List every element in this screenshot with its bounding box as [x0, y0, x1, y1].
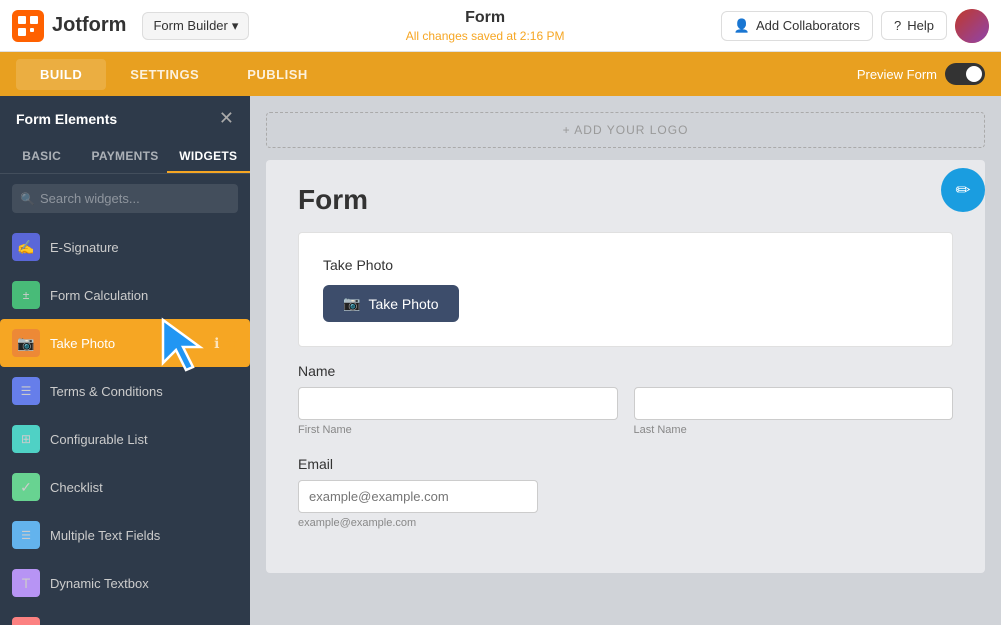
pencil-icon: ✏	[955, 180, 970, 201]
name-label: Name	[298, 363, 953, 379]
last-name-input[interactable]	[634, 387, 954, 420]
widget-item-dynamic-textbox[interactable]: T Dynamic Textbox	[0, 559, 250, 607]
camera-icon: 📷	[343, 295, 360, 312]
widget-item-take-photo[interactable]: 📷 Take Photo ℹ ★	[0, 319, 250, 367]
preview-form-label: Preview Form	[857, 67, 937, 82]
avatar-image	[955, 9, 989, 43]
name-row: First Name Last Name	[298, 387, 953, 436]
chevron-down-icon: ▾	[232, 18, 239, 34]
image-slider-icon: ▶	[12, 617, 40, 625]
form-title: Form	[249, 9, 720, 27]
multiple-text-fields-icon: ☰	[12, 521, 40, 549]
tab-build[interactable]: BUILD	[16, 59, 106, 90]
checklist-icon: ✓	[12, 473, 40, 501]
info-icon[interactable]: ℹ	[214, 335, 219, 352]
search-input[interactable]	[12, 184, 238, 213]
widget-item-form-calculation[interactable]: ± Form Calculation	[0, 271, 250, 319]
header-center: Form All changes saved at 2:16 PM	[249, 9, 720, 43]
form-calculation-icon: ±	[12, 281, 40, 309]
help-button[interactable]: ? Help	[881, 11, 947, 40]
take-photo-widget-label: Take Photo	[323, 257, 928, 273]
widget-list: ✍ E-Signature ± Form Calculation 📷 Take …	[0, 223, 250, 625]
canvas-area: + ADD YOUR LOGO ✏ Form Take Photo 📷 Take…	[250, 96, 1001, 625]
sidebar-title: Form Elements	[16, 111, 117, 127]
header-actions: 👤 Add Collaborators ? Help	[721, 9, 989, 43]
form-canvas: Form Take Photo 📷 Take Photo Name First …	[266, 160, 985, 573]
main-layout: Form Elements ✕ BASIC PAYMENTS WIDGETS 🔍…	[0, 96, 1001, 625]
email-input[interactable]	[298, 480, 538, 513]
widget-label-esignature: E-Signature	[50, 240, 119, 255]
form-builder-label: Form Builder	[153, 18, 227, 33]
widget-label-checklist: Checklist	[50, 480, 103, 495]
widget-item-esignature[interactable]: ✍ E-Signature	[0, 223, 250, 271]
widget-actions: ℹ ★	[214, 335, 238, 352]
widget-item-configurable-list[interactable]: ⊞ Configurable List	[0, 415, 250, 463]
first-name-col: First Name	[298, 387, 618, 436]
form-canvas-title: Form	[298, 184, 953, 216]
last-name-label: Last Name	[634, 424, 954, 436]
avatar[interactable]	[955, 9, 989, 43]
logo-text: Jotform	[52, 14, 126, 37]
tab-publish[interactable]: PUBLISH	[223, 59, 332, 90]
widget-item-checklist[interactable]: ✓ Checklist	[0, 463, 250, 511]
name-section: Name First Name Last Name	[298, 363, 953, 436]
email-section: Email example@example.com	[298, 456, 953, 529]
widget-label-form-calculation: Form Calculation	[50, 288, 148, 303]
jotform-logo-icon	[12, 10, 44, 42]
widget-label-multiple-text-fields: Multiple Text Fields	[50, 528, 160, 543]
question-icon: ?	[894, 18, 901, 33]
tab-payments[interactable]: PAYMENTS	[83, 141, 166, 173]
add-logo-bar[interactable]: + ADD YOUR LOGO	[266, 112, 985, 148]
take-photo-widget: Take Photo 📷 Take Photo	[298, 232, 953, 347]
top-header: Jotform Form Builder ▾ Form All changes …	[0, 0, 1001, 52]
sidebar-close-button[interactable]: ✕	[219, 108, 234, 129]
user-plus-icon: 👤	[734, 18, 750, 34]
sidebar: Form Elements ✕ BASIC PAYMENTS WIDGETS 🔍…	[0, 96, 250, 625]
search-box: 🔍	[0, 174, 250, 223]
esignature-icon: ✍	[12, 233, 40, 261]
widget-label-dynamic-textbox: Dynamic Textbox	[50, 576, 149, 591]
sidebar-tabs: BASIC PAYMENTS WIDGETS	[0, 141, 250, 174]
star-icon[interactable]: ★	[225, 335, 238, 352]
sidebar-header: Form Elements ✕	[0, 96, 250, 141]
terms-icon: ☰	[12, 377, 40, 405]
preview-toggle[interactable]	[945, 63, 985, 85]
take-photo-widget-button[interactable]: 📷 Take Photo	[323, 285, 459, 322]
widget-item-multiple-text-fields[interactable]: ☰ Multiple Text Fields	[0, 511, 250, 559]
tab-basic[interactable]: BASIC	[0, 141, 83, 173]
configurable-list-icon: ⊞	[12, 425, 40, 453]
last-name-col: Last Name	[634, 387, 954, 436]
email-label: Email	[298, 456, 953, 472]
widget-label-configurable-list: Configurable List	[50, 432, 148, 447]
preview-form-area: Preview Form	[857, 63, 985, 85]
nav-tabs: BUILD SETTINGS PUBLISH Preview Form	[0, 52, 1001, 96]
widget-label-take-photo: Take Photo	[50, 336, 115, 351]
email-example-label: example@example.com	[298, 517, 953, 529]
first-name-input[interactable]	[298, 387, 618, 420]
form-builder-btn[interactable]: Form Builder ▾	[142, 12, 249, 40]
add-collaborators-button[interactable]: 👤 Add Collaborators	[721, 11, 873, 41]
search-wrap: 🔍	[12, 184, 238, 213]
fab-pencil-button[interactable]: ✏	[941, 168, 985, 212]
search-icon: 🔍	[20, 192, 35, 206]
logo-area: Jotform	[12, 10, 126, 42]
widget-label-terms-conditions: Terms & Conditions	[50, 384, 163, 399]
first-name-label: First Name	[298, 424, 618, 436]
widget-item-terms-conditions[interactable]: ☰ Terms & Conditions	[0, 367, 250, 415]
saved-status: All changes saved at 2:16 PM	[249, 29, 720, 43]
tab-widgets[interactable]: WIDGETS	[167, 141, 250, 173]
widget-item-image-slider[interactable]: ▶ Image Slider	[0, 607, 250, 625]
take-photo-icon: 📷	[12, 329, 40, 357]
dynamic-textbox-icon: T	[12, 569, 40, 597]
tab-settings[interactable]: SETTINGS	[106, 59, 223, 90]
